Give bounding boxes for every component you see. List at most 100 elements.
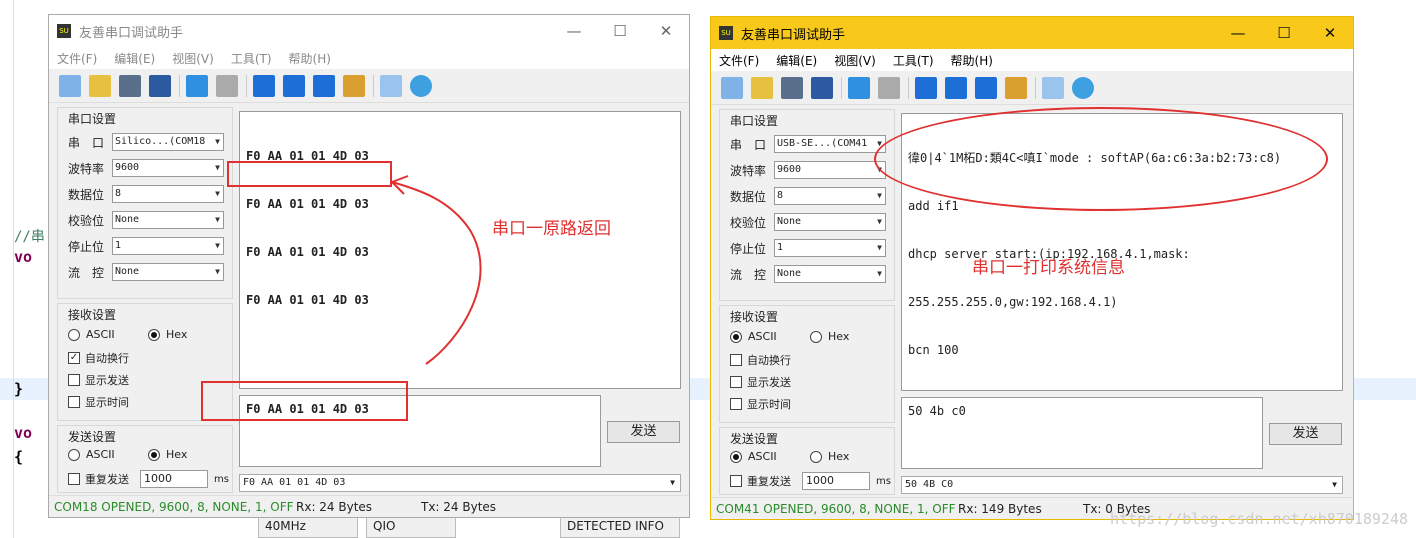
databits-select[interactable]: 8 (112, 185, 224, 203)
port-row: 串 口 Silico...(COM18 (68, 132, 224, 152)
add-icon[interactable] (186, 74, 208, 97)
menu-help[interactable]: 帮助(H) (289, 50, 331, 67)
recv-ascii-radio[interactable]: ASCII (730, 330, 777, 343)
left-serial-window: SU 友善串口调试助手 — ☐ ✕ 文件(F) 编辑(E) 视图(V) 工具(T… (48, 14, 690, 518)
history-combo[interactable]: 50 4B C0 (901, 476, 1343, 494)
databits-row: 数据位 8 (68, 184, 224, 204)
show-time-checkbox[interactable]: 显示时间 (68, 394, 129, 410)
port-select[interactable]: USB-SE...(COM41 (774, 135, 886, 153)
status-bar: COM18 OPENED, 9600, 8, NONE, 1, OFF Rx: … (49, 495, 689, 517)
menu-file[interactable]: 文件(F) (719, 52, 759, 69)
databits-select[interactable]: 8 (774, 187, 886, 205)
menu-edit[interactable]: 编辑(E) (114, 50, 155, 67)
remove-icon[interactable] (878, 76, 900, 99)
close-icon[interactable]: ✕ (1307, 24, 1353, 42)
show-send-checkbox[interactable]: 显示发送 (730, 374, 791, 390)
repeat-interval-input[interactable]: 1000 (802, 472, 870, 490)
repeat-send-checkbox[interactable]: 重复发送 (68, 471, 129, 487)
baud-select[interactable]: 9600 (774, 161, 886, 179)
show-time-checkbox[interactable]: 显示时间 (730, 396, 791, 412)
send-ascii-label: ASCII (86, 448, 115, 461)
menu-tools[interactable]: 工具(T) (893, 52, 934, 69)
menu-view[interactable]: 视图(V) (834, 52, 876, 69)
open-icon[interactable] (89, 74, 111, 97)
log-icon[interactable] (811, 76, 833, 99)
recv-hex-label: Hex (166, 328, 188, 341)
auto-wrap-checkbox[interactable]: 自动换行 (730, 352, 791, 368)
remove-icon[interactable] (216, 74, 238, 97)
flow-select[interactable]: None (112, 263, 224, 281)
send-button[interactable]: 发送 (607, 421, 680, 443)
flow-select[interactable]: None (774, 265, 886, 283)
save-icon[interactable] (119, 74, 141, 97)
send-settings-group: 发送设置 ASCII Hex 重复发送 1000 ms (57, 425, 233, 493)
field-label: 数据位 (730, 189, 767, 204)
recv-ascii-radio[interactable]: ASCII (68, 328, 115, 341)
gear-icon[interactable] (410, 74, 432, 97)
open-icon[interactable] (751, 76, 773, 99)
stopbits-select[interactable]: 1 (774, 239, 886, 257)
menu-tools[interactable]: 工具(T) (231, 50, 272, 67)
save-icon[interactable] (781, 76, 803, 99)
layout-icon[interactable] (380, 74, 402, 97)
field-label: 停止位 (68, 239, 105, 254)
port-row: 串 口 USB-SE...(COM41 (730, 134, 886, 154)
close-icon[interactable]: ✕ (643, 22, 689, 40)
flow-row: 流 控 None (68, 262, 224, 282)
parity-select[interactable]: None (112, 211, 224, 229)
send-hex-radio[interactable]: Hex (810, 450, 849, 463)
show-send-checkbox[interactable]: 显示发送 (68, 372, 129, 388)
play-icon[interactable] (253, 74, 275, 97)
new-icon[interactable] (721, 76, 743, 99)
menu-edit[interactable]: 编辑(E) (776, 52, 817, 69)
repeat-send-label: 重复发送 (747, 475, 791, 488)
baud-select[interactable]: 9600 (112, 159, 224, 177)
menu-file[interactable]: 文件(F) (57, 50, 97, 67)
recv-hex-label: Hex (828, 330, 850, 343)
stopbits-select[interactable]: 1 (112, 237, 224, 255)
qio-label: QIO (373, 519, 396, 533)
pause-icon[interactable] (283, 74, 305, 97)
title-bar: SU 友善串口调试助手 — ☐ ✕ (711, 17, 1353, 49)
new-icon[interactable] (59, 74, 81, 97)
menu-view[interactable]: 视图(V) (172, 50, 214, 67)
field-label: 停止位 (730, 241, 767, 256)
add-icon[interactable] (848, 76, 870, 99)
log-icon[interactable] (149, 74, 171, 97)
field-label: 串 口 (730, 137, 767, 152)
send-input[interactable]: 50 4b c0 (901, 397, 1263, 469)
send-hex-label: Hex (828, 450, 850, 463)
minimize-icon[interactable]: — (1215, 24, 1261, 42)
parity-select[interactable]: None (774, 213, 886, 231)
pause-icon[interactable] (945, 76, 967, 99)
stop-icon[interactable] (313, 74, 335, 97)
auto-wrap-label: 自动换行 (85, 352, 129, 365)
send-ascii-radio[interactable]: ASCII (68, 448, 115, 461)
send-ascii-radio[interactable]: ASCII (730, 450, 777, 463)
group-title: 发送设置 (730, 432, 779, 446)
field-label: 串 口 (68, 135, 105, 150)
ide-gutter (0, 0, 14, 538)
maximize-icon[interactable]: ☐ (597, 22, 643, 40)
clear-icon[interactable] (343, 74, 365, 97)
recv-hex-radio[interactable]: Hex (810, 330, 849, 343)
show-time-label: 显示时间 (747, 398, 791, 411)
maximize-icon[interactable]: ☐ (1261, 24, 1307, 42)
repeat-send-checkbox[interactable]: 重复发送 (730, 473, 791, 489)
menu-help[interactable]: 帮助(H) (951, 52, 993, 69)
history-combo[interactable]: F0 AA 01 01 4D 03 (239, 474, 681, 492)
ide-code-line: } (14, 380, 24, 398)
stop-icon[interactable] (975, 76, 997, 99)
port-select[interactable]: Silico...(COM18 (112, 133, 224, 151)
clear-icon[interactable] (1005, 76, 1027, 99)
repeat-interval-input[interactable]: 1000 (140, 470, 208, 488)
recv-hex-radio[interactable]: Hex (148, 328, 187, 341)
layout-icon[interactable] (1042, 76, 1064, 99)
send-hex-radio[interactable]: Hex (148, 448, 187, 461)
auto-wrap-checkbox[interactable]: ✓ 自动换行 (68, 350, 129, 366)
minimize-icon[interactable]: — (551, 22, 597, 40)
play-icon[interactable] (915, 76, 937, 99)
send-button[interactable]: 发送 (1269, 423, 1342, 445)
annotation-box-received (227, 161, 392, 187)
gear-icon[interactable] (1072, 76, 1094, 99)
